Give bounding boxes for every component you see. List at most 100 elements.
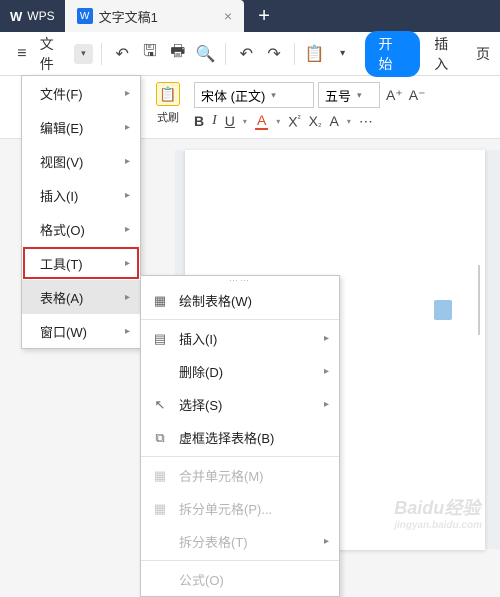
- watermark: Baidu经验 jingyan.baidu.com: [394, 494, 482, 531]
- undo-icon[interactable]: ↶: [234, 42, 258, 66]
- tab-start[interactable]: 开始: [365, 31, 421, 77]
- clipboard-icon[interactable]: 📋: [303, 42, 327, 66]
- separator: [141, 560, 339, 561]
- menu-label: 公式(O): [179, 570, 329, 589]
- back-icon[interactable]: ↶: [110, 42, 134, 66]
- menu-grip: ⋯⋯: [141, 276, 339, 284]
- more-button[interactable]: ⋯: [359, 113, 373, 130]
- submenu-select[interactable]: ↖选择(S)▸: [141, 388, 339, 421]
- save-icon[interactable]: 🖫: [138, 42, 162, 66]
- chevron-right-icon: ▸: [125, 190, 130, 201]
- chevron-right-icon: ▸: [324, 536, 329, 547]
- chevron-right-icon: ▸: [125, 122, 130, 133]
- menu-item-view[interactable]: 视图(V) ▸: [22, 144, 140, 178]
- menu-item-tools[interactable]: 工具(T)▸: [22, 246, 140, 280]
- separator: [141, 319, 339, 320]
- menu-item-edit[interactable]: 编辑(E)▸: [22, 110, 140, 144]
- document-tab[interactable]: W 文字文稿1 ×: [65, 0, 244, 32]
- chevron-right-icon: ▸: [324, 366, 329, 377]
- chevron-right-icon: ▸: [125, 224, 130, 235]
- hamburger-icon[interactable]: ≡: [10, 42, 34, 66]
- app-name: WPS: [27, 9, 54, 23]
- submenu-merge-cells: ▦ 合并单元格(M): [141, 459, 339, 492]
- document-tab-label: 文字文稿1: [99, 7, 158, 26]
- main-menu-dropdown: 文件(F)▸ 编辑(E)▸ 视图(V)▸ 插入(I)▸ 格式(O)▸ 工具(T)…: [21, 75, 141, 349]
- draw-table-icon: ▦: [151, 292, 169, 310]
- submenu-draw-table[interactable]: ▦绘制表格(W): [141, 284, 339, 317]
- tab-close-button[interactable]: ×: [164, 8, 232, 24]
- titlebar: W WPS W 文字文稿1 × +: [0, 0, 500, 32]
- formula-icon: [151, 571, 169, 589]
- decrease-font-button[interactable]: A⁻: [407, 87, 428, 104]
- watermark-sub: jingyan.baidu.com: [394, 520, 482, 531]
- menu-label: 删除(D): [179, 362, 314, 381]
- ruler-mark: [478, 265, 480, 335]
- menu-label: 合并单元格(M): [179, 466, 329, 485]
- menu-item-window[interactable]: 窗口(W) ▸: [22, 314, 140, 348]
- chevron-down-icon[interactable]: ▾: [243, 117, 247, 126]
- select-icon: ↖: [151, 396, 169, 414]
- submenu-insert[interactable]: ▤插入(I)▸: [141, 322, 339, 355]
- separator: [225, 43, 226, 65]
- menu-item-label: 表格(A): [40, 288, 83, 307]
- font-block: 宋体 (正文) ▾ 五号 ▾ A⁺ A⁻ B I U ▾ A ▾ X X A ▾…: [194, 82, 490, 130]
- text-style-button[interactable]: A: [329, 113, 338, 129]
- watermark-text: Baidu经验: [394, 498, 480, 518]
- submenu-delete[interactable]: 删除(D) ▸: [141, 355, 339, 388]
- increase-font-button[interactable]: A⁺: [384, 87, 405, 104]
- format-painter[interactable]: 📋 式刷: [156, 82, 188, 125]
- superscript-button[interactable]: X: [288, 113, 300, 130]
- dotted-select-icon: ⧉: [151, 429, 169, 447]
- redo-icon[interactable]: ↷: [262, 42, 286, 66]
- print-icon[interactable]: 🖶: [166, 42, 190, 66]
- chevron-right-icon: ▸: [324, 399, 329, 410]
- underline-button[interactable]: U: [225, 113, 235, 129]
- file-dropdown-button[interactable]: ▾: [74, 44, 94, 64]
- dropdown-caret-icon[interactable]: ▾: [331, 42, 355, 66]
- chevron-down-icon[interactable]: ▾: [347, 117, 351, 126]
- font-size-value: 五号: [325, 86, 351, 105]
- merge-cells-icon: ▦: [151, 467, 169, 485]
- menu-label: 插入(I): [179, 329, 314, 348]
- separator: [101, 43, 102, 65]
- document-icon: W: [77, 8, 93, 24]
- submenu-split-cells: ▦拆分单元格(P)...: [141, 492, 339, 525]
- chevron-right-icon: ▸: [125, 156, 130, 167]
- menu-item-table[interactable]: 表格(A) ▸: [22, 280, 140, 314]
- font-name-select[interactable]: 宋体 (正文) ▾: [194, 82, 314, 108]
- menu-item-format[interactable]: 格式(O) ▸: [22, 212, 140, 246]
- submenu-formula: 公式(O): [141, 563, 339, 596]
- subscript-button[interactable]: X: [309, 113, 322, 129]
- chevron-down-icon[interactable]: ▾: [276, 117, 280, 126]
- menu-item-label: 插入(I): [40, 186, 78, 205]
- page-icon: [434, 300, 452, 320]
- file-menu[interactable]: 文件: [40, 34, 68, 74]
- menu-item-insert[interactable]: 插入(I) ▸: [22, 178, 140, 212]
- format-painter-label: 式刷: [157, 109, 179, 125]
- menu-item-label: 格式(O): [40, 220, 85, 239]
- submenu-split-table: 拆分表格(T) ▸: [141, 525, 339, 558]
- separator: [141, 456, 339, 457]
- chevron-down-icon: ▾: [271, 90, 276, 101]
- preview-icon[interactable]: 🔍: [194, 42, 218, 66]
- bold-button[interactable]: B: [194, 113, 204, 129]
- chevron-right-icon: ▸: [324, 333, 329, 344]
- tab-page[interactable]: 页: [476, 44, 490, 64]
- italic-button[interactable]: I: [212, 113, 217, 129]
- tab-insert[interactable]: 插入: [434, 34, 462, 74]
- menu-label: 虚框选择表格(B): [179, 428, 329, 447]
- chevron-right-icon: ▸: [125, 292, 130, 303]
- new-tab-button[interactable]: +: [244, 0, 284, 32]
- split-table-icon: [151, 533, 169, 551]
- chevron-right-icon: ▸: [125, 326, 130, 337]
- menu-item-label: 文件(F): [40, 84, 83, 103]
- menu-item-file[interactable]: 文件(F)▸: [22, 76, 140, 110]
- menu-label: 拆分表格(T): [179, 532, 314, 551]
- menu-item-label: 视图(V): [40, 152, 83, 171]
- app-logo: W WPS: [0, 0, 65, 32]
- font-color-button[interactable]: A: [255, 112, 268, 130]
- font-size-select[interactable]: 五号 ▾: [318, 82, 380, 108]
- submenu-dotted-select[interactable]: ⧉ 虚框选择表格(B): [141, 421, 339, 454]
- chevron-right-icon: ▸: [125, 258, 130, 269]
- menu-item-label: 窗口(W): [40, 322, 87, 341]
